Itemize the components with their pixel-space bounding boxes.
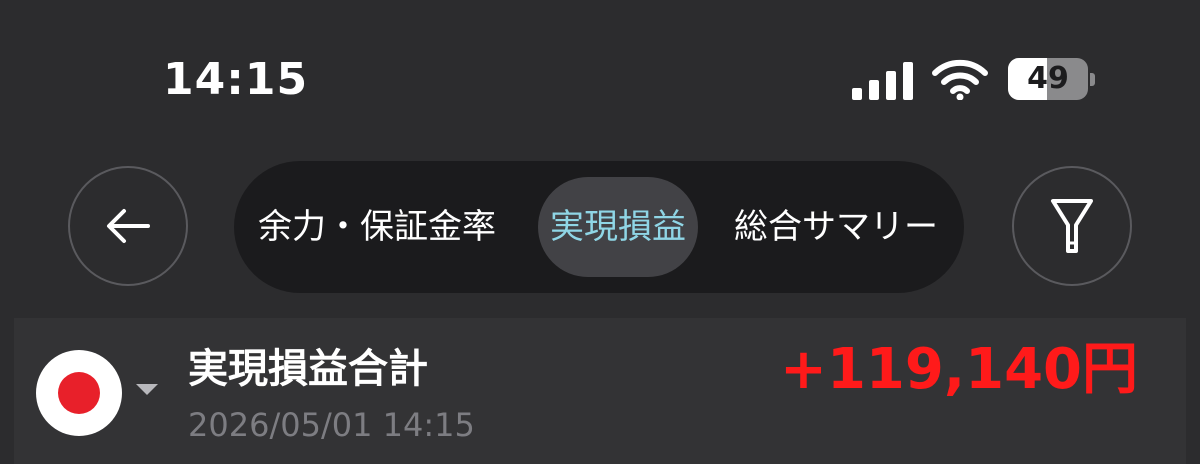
japan-flag-icon[interactable] [36,350,122,436]
filter-icon [1051,199,1093,253]
battery-level: 49 [1027,61,1069,96]
screen: 14:15 49 余力・保証金率 実現損益 総合サマリー 実現損益合計 2026… [0,0,1200,464]
tab-margin-ratio[interactable]: 余力・保証金率 [258,161,496,293]
filter-button[interactable] [1012,166,1132,286]
battery-icon: 49 [1008,58,1095,102]
tab-bar: 余力・保証金率 実現損益 総合サマリー [234,161,964,293]
wifi-icon [932,59,988,100]
realized-pnl-summary: 実現損益合計 2026/05/01 14:15 +119,140円 [14,318,1186,464]
status-time: 14:15 [163,54,309,105]
summary-title: 実現損益合計 [188,346,428,392]
summary-datetime: 2026/05/01 14:15 [188,406,475,444]
caret-down-icon[interactable] [136,384,158,395]
signal-icon [852,62,913,100]
realized-pnl-amount: +119,140円 [780,337,1138,402]
back-button[interactable] [68,166,188,286]
tab-summary[interactable]: 総合サマリー [734,161,938,293]
tab-realized-pnl[interactable]: 実現損益 [538,177,698,277]
arrow-left-icon [107,209,150,243]
